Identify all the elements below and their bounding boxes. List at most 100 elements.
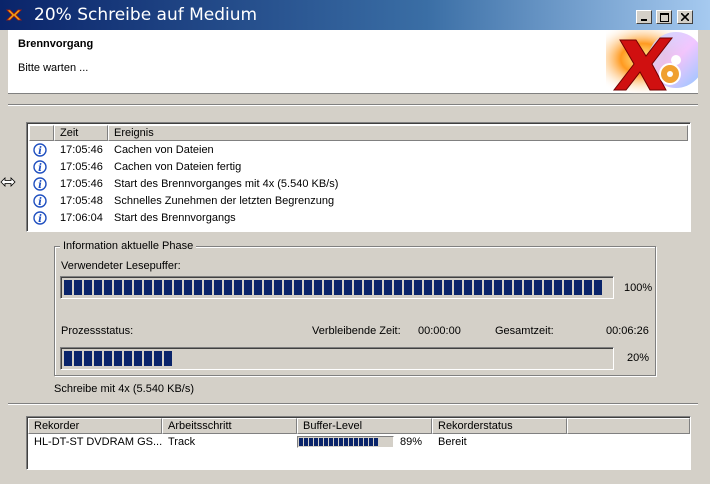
- progress-segment: [284, 280, 292, 295]
- progress-segment: [319, 438, 323, 446]
- progress-segment: [574, 280, 582, 295]
- recorder-name[interactable]: HL-DT-ST DVDRAM GS...: [34, 436, 162, 448]
- event-list[interactable]: Zeit Ereignis i 17:05:46 Cachen von Date…: [26, 122, 691, 232]
- progress-segment: [594, 280, 602, 295]
- nero-logo-icon: [606, 30, 698, 94]
- progress-segment: [364, 438, 368, 446]
- column-header-icon[interactable]: [29, 125, 54, 141]
- progress-segment: [124, 351, 132, 366]
- event-row[interactable]: i 17:05:48 Schnelles Zunehmen der letzte…: [29, 193, 689, 210]
- event-row[interactable]: i 17:05:46 Start des Brennvorganges mit …: [29, 176, 689, 193]
- progress-segment: [334, 280, 342, 295]
- process-progress-fill: [64, 351, 172, 366]
- event-text: Cachen von Dateien: [114, 144, 214, 156]
- minimize-button[interactable]: [636, 10, 652, 24]
- recorder-table[interactable]: Rekorder Arbeitsschritt Buffer-Level Rek…: [26, 416, 691, 470]
- progress-segment: [144, 351, 152, 366]
- progress-segment: [534, 280, 542, 295]
- progress-segment: [134, 351, 142, 366]
- buffer-progress-bar: [60, 276, 614, 299]
- maximize-button[interactable]: [656, 10, 672, 24]
- progress-segment: [294, 280, 302, 295]
- title-bar[interactable]: 20% Schreibe auf Medium: [0, 0, 710, 30]
- progress-segment: [264, 280, 272, 295]
- close-button[interactable]: [677, 10, 693, 24]
- progress-segment: [504, 280, 512, 295]
- event-row[interactable]: i 17:05:46 Cachen von Dateien fertig: [29, 159, 689, 176]
- column-header-empty[interactable]: [567, 418, 690, 434]
- progress-segment: [329, 438, 333, 446]
- progress-segment: [84, 351, 92, 366]
- buffer-progress-fill: [64, 280, 602, 295]
- progress-segment: [484, 280, 492, 295]
- event-time: 17:06:04: [60, 212, 103, 224]
- event-time: 17:05:46: [60, 161, 103, 173]
- column-header-status[interactable]: Rekorderstatus: [432, 418, 567, 434]
- progress-segment: [154, 280, 162, 295]
- event-row[interactable]: i 17:05:46 Cachen von Dateien: [29, 142, 689, 159]
- event-text: Start des Brennvorgangs: [114, 212, 236, 224]
- progress-segment: [344, 438, 348, 446]
- progress-segment: [354, 438, 358, 446]
- info-icon: i: [33, 160, 47, 174]
- event-time: 17:05:48: [60, 195, 103, 207]
- buffer-label: Verwendeter Lesepuffer:: [61, 260, 181, 272]
- progress-segment: [414, 280, 422, 295]
- event-row[interactable]: i 17:06:04 Start des Brennvorgangs: [29, 210, 689, 227]
- progress-segment: [314, 438, 318, 446]
- progress-segment: [324, 280, 332, 295]
- progress-segment: [274, 280, 282, 295]
- total-time-label: Gesamtzeit:: [495, 325, 554, 337]
- progress-segment: [304, 438, 308, 446]
- column-header-time[interactable]: Zeit: [54, 125, 108, 141]
- separator: [8, 104, 698, 106]
- progress-segment: [124, 280, 132, 295]
- process-status-label: Prozessstatus:: [61, 325, 134, 337]
- progress-segment: [74, 351, 82, 366]
- progress-segment: [184, 280, 192, 295]
- progress-segment: [384, 280, 392, 295]
- svg-text:i: i: [38, 163, 42, 174]
- progress-segment: [524, 280, 532, 295]
- info-icon: i: [33, 177, 47, 191]
- svg-text:i: i: [38, 180, 42, 191]
- progress-segment: [154, 351, 162, 366]
- progress-segment: [204, 280, 212, 295]
- progress-segment: [64, 280, 72, 295]
- progress-segment: [444, 280, 452, 295]
- column-header-event[interactable]: Ereignis: [108, 125, 688, 141]
- progress-segment: [224, 280, 232, 295]
- progress-segment: [514, 280, 522, 295]
- info-icon: i: [33, 194, 47, 208]
- progress-segment: [324, 438, 328, 446]
- progress-segment: [564, 280, 572, 295]
- buffer-percent: 100%: [624, 282, 653, 294]
- progress-segment: [234, 280, 242, 295]
- progress-segment: [74, 280, 82, 295]
- event-time: 17:05:46: [60, 178, 103, 190]
- progress-segment: [354, 280, 362, 295]
- minimize-icon: [641, 19, 647, 21]
- progress-segment: [474, 280, 482, 295]
- nero-app-icon[interactable]: [6, 8, 22, 22]
- progress-segment: [114, 280, 122, 295]
- column-header-recorder[interactable]: Rekorder: [28, 418, 162, 434]
- column-header-step[interactable]: Arbeitsschritt: [162, 418, 297, 434]
- total-time-value: 00:06:26: [606, 325, 649, 337]
- svg-text:i: i: [38, 214, 42, 225]
- progress-segment: [314, 280, 322, 295]
- progress-segment: [584, 280, 592, 295]
- info-icon: i: [33, 211, 47, 225]
- recorder-buffer-percent: 89%: [400, 436, 423, 448]
- progress-segment: [349, 438, 353, 446]
- column-header-buffer[interactable]: Buffer-Level: [297, 418, 432, 434]
- progress-segment: [174, 280, 182, 295]
- event-time: 17:05:46: [60, 144, 103, 156]
- progress-segment: [369, 438, 373, 446]
- progress-segment: [339, 438, 343, 446]
- progress-segment: [424, 280, 432, 295]
- process-progress-bar: [60, 347, 614, 370]
- progress-segment: [544, 280, 552, 295]
- progress-segment: [394, 280, 402, 295]
- maximize-icon: [659, 12, 669, 22]
